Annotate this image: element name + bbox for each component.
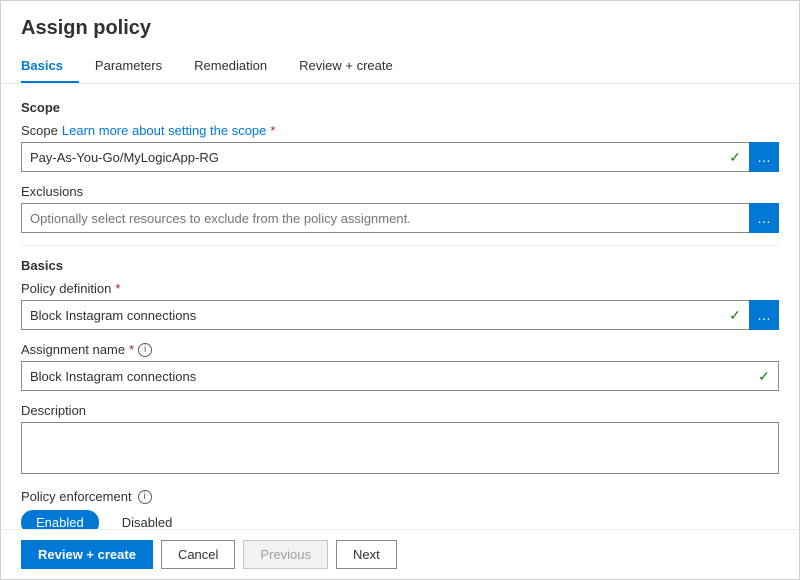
policy-def-required: *	[115, 281, 120, 296]
assignment-name-group: Assignment name * i ✓	[21, 342, 779, 391]
policy-def-input-row: ✓ …	[21, 300, 779, 330]
review-create-button[interactable]: Review + create	[21, 540, 153, 569]
policy-enforcement-label: Policy enforcement	[21, 489, 132, 504]
policy-enforcement-label-row: Policy enforcement i	[21, 489, 779, 504]
tab-remediation[interactable]: Remediation	[178, 50, 283, 83]
assignment-name-info-icon: i	[138, 343, 152, 357]
assignment-name-check-icon: ✓	[750, 362, 778, 390]
policy-def-ellipsis-btn[interactable]: …	[749, 300, 779, 330]
assignment-name-required: *	[129, 342, 134, 357]
policy-enforcement-info-icon: i	[138, 490, 152, 504]
assignment-name-input-row: ✓	[21, 361, 779, 391]
footer: Review + create Cancel Previous Next	[1, 529, 799, 579]
policy-def-label-row: Policy definition *	[21, 281, 779, 296]
exclusions-field-group: Exclusions …	[21, 184, 779, 233]
tab-basics[interactable]: Basics	[21, 50, 79, 83]
tab-review-create[interactable]: Review + create	[283, 50, 409, 83]
policy-def-check-icon: ✓	[721, 301, 749, 329]
scope-check-icon: ✓	[721, 143, 749, 171]
description-label: Description	[21, 403, 779, 418]
next-button[interactable]: Next	[336, 540, 397, 569]
description-input[interactable]	[21, 422, 779, 474]
scope-input-row: ✓ …	[21, 142, 779, 172]
main-content: Scope Scope Learn more about setting the…	[1, 84, 799, 529]
exclusions-ellipsis-btn[interactable]: …	[749, 203, 779, 233]
learn-more-link[interactable]: Learn more about setting the scope	[62, 123, 267, 138]
policy-def-input[interactable]	[22, 301, 721, 329]
description-group: Description	[21, 403, 779, 477]
policy-enforcement-group: Policy enforcement i Enabled Disabled	[21, 489, 779, 529]
scope-input[interactable]	[22, 143, 721, 171]
exclusions-input-row: …	[21, 203, 779, 233]
section-divider-1	[21, 245, 779, 246]
assignment-name-label-row: Assignment name * i	[21, 342, 779, 357]
assignment-name-input[interactable]	[22, 362, 750, 390]
basics-section: Basics Policy definition * ✓ …	[21, 258, 779, 529]
page-title: Assign policy	[21, 17, 779, 40]
scope-section-title: Scope	[21, 100, 779, 115]
enforcement-disabled-btn[interactable]: Disabled	[107, 510, 188, 529]
scope-required: *	[270, 123, 275, 138]
scope-section: Scope Scope Learn more about setting the…	[21, 100, 779, 233]
scope-label-row: Scope Learn more about setting the scope…	[21, 123, 779, 138]
enforcement-enabled-btn[interactable]: Enabled	[21, 510, 99, 529]
exclusions-label: Exclusions	[21, 184, 779, 199]
scope-label: Scope	[21, 123, 58, 138]
previous-button: Previous	[243, 540, 328, 569]
assignment-name-label: Assignment name	[21, 342, 125, 357]
scope-ellipsis-btn[interactable]: …	[749, 142, 779, 172]
tab-bar: Basics Parameters Remediation Review + c…	[21, 50, 779, 83]
enforcement-toggle-group: Enabled Disabled	[21, 510, 779, 529]
policy-def-label: Policy definition	[21, 281, 111, 296]
cancel-button[interactable]: Cancel	[161, 540, 235, 569]
basics-section-title: Basics	[21, 258, 779, 273]
policy-def-group: Policy definition * ✓ …	[21, 281, 779, 330]
scope-field-group: Scope Learn more about setting the scope…	[21, 123, 779, 172]
tab-parameters[interactable]: Parameters	[79, 50, 178, 83]
exclusions-input[interactable]	[21, 203, 749, 233]
